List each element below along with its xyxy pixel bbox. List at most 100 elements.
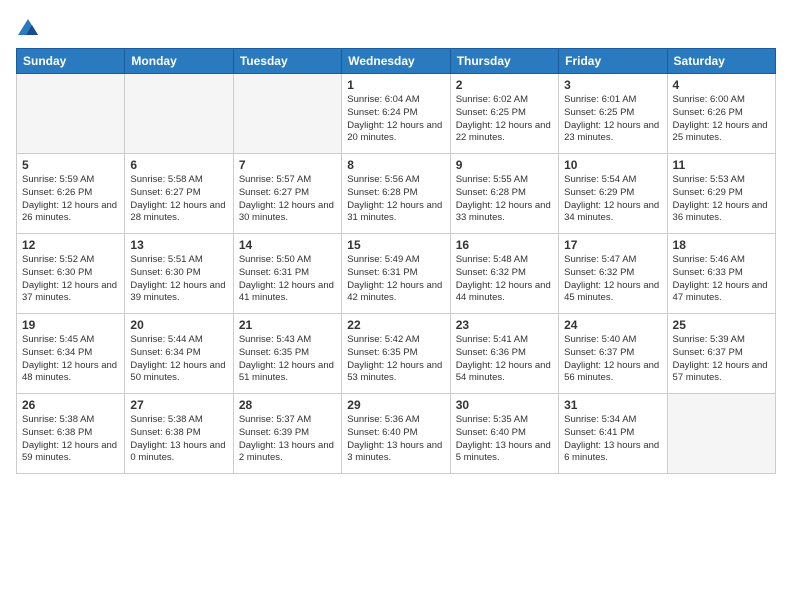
day-of-week-header: Saturday (667, 49, 775, 74)
calendar-day-cell: 25 Sunrise: 5:39 AM Sunset: 6:37 PM Dayli… (667, 314, 775, 394)
day-number: 7 (239, 158, 336, 172)
calendar-day-cell: 28 Sunrise: 5:37 AM Sunset: 6:39 PM Dayli… (233, 394, 341, 474)
day-of-week-header: Sunday (17, 49, 125, 74)
calendar-day-cell (125, 74, 233, 154)
day-number: 19 (22, 318, 119, 332)
calendar-day-cell: 7 Sunrise: 5:57 AM Sunset: 6:27 PM Daylig… (233, 154, 341, 234)
calendar-day-cell: 21 Sunrise: 5:43 AM Sunset: 6:35 PM Dayli… (233, 314, 341, 394)
calendar-day-cell: 9Sunrise: 5:55 AM Sunset: 6:28 PM Daylig… (450, 154, 558, 234)
day-number: 1 (347, 78, 444, 92)
logo (16, 16, 38, 36)
day-info: Sunrise: 5:51 AM Sunset: 6:30 PM Dayligh… (130, 254, 227, 305)
day-number: 12 (22, 238, 119, 252)
day-info: Sunrise: 5:50 AM Sunset: 6:31 PM Dayligh… (239, 254, 336, 305)
calendar-week-row: 5Sunrise: 5:59 AM Sunset: 6:26 PM Daylig… (17, 154, 776, 234)
day-number: 22 (347, 318, 444, 332)
calendar-header-row: SundayMondayTuesdayWednesdayThursdayFrid… (17, 49, 776, 74)
day-info: Sunrise: 6:01 AM Sunset: 6:25 PM Dayligh… (564, 94, 661, 145)
calendar-day-cell: 23 Sunrise: 5:41 AM Sunset: 6:36 PM Dayli… (450, 314, 558, 394)
calendar-day-cell: 1 Sunrise: 6:04 AM Sunset: 6:24 PM Daylig… (342, 74, 450, 154)
day-info: Sunrise: 5:41 AM Sunset: 6:36 PM Dayligh… (456, 334, 553, 385)
day-number: 15 (347, 238, 444, 252)
day-info: Sunrise: 5:40 AM Sunset: 6:37 PM Dayligh… (564, 334, 661, 385)
day-info: Sunrise: 5:58 AM Sunset: 6:27 PM Dayligh… (130, 174, 227, 225)
day-number: 23 (456, 318, 553, 332)
day-number: 16 (456, 238, 553, 252)
calendar-week-row: 1 Sunrise: 6:04 AM Sunset: 6:24 PM Daylig… (17, 74, 776, 154)
calendar-day-cell: 2 Sunrise: 6:02 AM Sunset: 6:25 PM Daylig… (450, 74, 558, 154)
calendar-day-cell: 18Sunrise: 5:46 AM Sunset: 6:33 PM Dayli… (667, 234, 775, 314)
day-number: 14 (239, 238, 336, 252)
calendar-day-cell: 24 Sunrise: 5:40 AM Sunset: 6:37 PM Dayli… (559, 314, 667, 394)
day-number: 6 (130, 158, 227, 172)
day-number: 26 (22, 398, 119, 412)
day-info: Sunrise: 5:49 AM Sunset: 6:31 PM Dayligh… (347, 254, 444, 305)
calendar-day-cell: 27 Sunrise: 5:38 AM Sunset: 6:38 PM Dayli… (125, 394, 233, 474)
day-info: Sunrise: 6:04 AM Sunset: 6:24 PM Dayligh… (347, 94, 444, 145)
day-info: Sunrise: 5:48 AM Sunset: 6:32 PM Dayligh… (456, 254, 553, 305)
day-info: Sunrise: 6:02 AM Sunset: 6:25 PM Dayligh… (456, 94, 553, 145)
calendar-day-cell: 16 Sunrise: 5:48 AM Sunset: 6:32 PM Dayli… (450, 234, 558, 314)
calendar-day-cell: 8 Sunrise: 5:56 AM Sunset: 6:28 PM Daylig… (342, 154, 450, 234)
day-info: Sunrise: 6:00 AM Sunset: 6:26 PM Dayligh… (673, 94, 770, 145)
calendar-day-cell: 31Sunrise: 5:34 AM Sunset: 6:41 PM Dayli… (559, 394, 667, 474)
day-number: 17 (564, 238, 661, 252)
calendar-day-cell (667, 394, 775, 474)
calendar-day-cell: 22 Sunrise: 5:42 AM Sunset: 6:35 PM Dayli… (342, 314, 450, 394)
day-info: Sunrise: 5:44 AM Sunset: 6:34 PM Dayligh… (130, 334, 227, 385)
day-of-week-header: Tuesday (233, 49, 341, 74)
calendar-day-cell: 4 Sunrise: 6:00 AM Sunset: 6:26 PM Daylig… (667, 74, 775, 154)
day-number: 5 (22, 158, 119, 172)
day-number: 20 (130, 318, 227, 332)
calendar-day-cell: 20 Sunrise: 5:44 AM Sunset: 6:34 PM Dayli… (125, 314, 233, 394)
calendar-day-cell: 17 Sunrise: 5:47 AM Sunset: 6:32 PM Dayli… (559, 234, 667, 314)
day-info: Sunrise: 5:38 AM Sunset: 6:38 PM Dayligh… (22, 414, 119, 465)
day-number: 28 (239, 398, 336, 412)
calendar-day-cell: 30 Sunrise: 5:35 AM Sunset: 6:40 PM Dayli… (450, 394, 558, 474)
day-number: 18 (673, 238, 770, 252)
day-info: Sunrise: 5:52 AM Sunset: 6:30 PM Dayligh… (22, 254, 119, 305)
day-number: 25 (673, 318, 770, 332)
day-number: 21 (239, 318, 336, 332)
calendar-day-cell (233, 74, 341, 154)
day-info: Sunrise: 5:47 AM Sunset: 6:32 PM Dayligh… (564, 254, 661, 305)
calendar-day-cell: 26 Sunrise: 5:38 AM Sunset: 6:38 PM Dayli… (17, 394, 125, 474)
day-info: Sunrise: 5:36 AM Sunset: 6:40 PM Dayligh… (347, 414, 444, 465)
day-number: 24 (564, 318, 661, 332)
day-info: Sunrise: 5:37 AM Sunset: 6:39 PM Dayligh… (239, 414, 336, 465)
day-number: 8 (347, 158, 444, 172)
day-info: Sunrise: 5:38 AM Sunset: 6:38 PM Dayligh… (130, 414, 227, 465)
page-header (16, 16, 776, 36)
day-number: 9 (456, 158, 553, 172)
calendar-day-cell: 15 Sunrise: 5:49 AM Sunset: 6:31 PM Dayli… (342, 234, 450, 314)
calendar-day-cell: 12 Sunrise: 5:52 AM Sunset: 6:30 PM Dayli… (17, 234, 125, 314)
day-of-week-header: Friday (559, 49, 667, 74)
day-info: Sunrise: 5:54 AM Sunset: 6:29 PM Dayligh… (564, 174, 661, 225)
day-info: Sunrise: 5:35 AM Sunset: 6:40 PM Dayligh… (456, 414, 553, 465)
calendar-week-row: 19Sunrise: 5:45 AM Sunset: 6:34 PM Dayli… (17, 314, 776, 394)
day-number: 30 (456, 398, 553, 412)
day-of-week-header: Monday (125, 49, 233, 74)
calendar-day-cell: 19Sunrise: 5:45 AM Sunset: 6:34 PM Dayli… (17, 314, 125, 394)
day-number: 2 (456, 78, 553, 92)
day-info: Sunrise: 5:42 AM Sunset: 6:35 PM Dayligh… (347, 334, 444, 385)
day-of-week-header: Thursday (450, 49, 558, 74)
calendar-day-cell: 5Sunrise: 5:59 AM Sunset: 6:26 PM Daylig… (17, 154, 125, 234)
calendar-day-cell: 3Sunrise: 6:01 AM Sunset: 6:25 PM Daylig… (559, 74, 667, 154)
day-number: 27 (130, 398, 227, 412)
day-number: 13 (130, 238, 227, 252)
day-info: Sunrise: 5:57 AM Sunset: 6:27 PM Dayligh… (239, 174, 336, 225)
calendar-week-row: 12 Sunrise: 5:52 AM Sunset: 6:30 PM Dayli… (17, 234, 776, 314)
day-of-week-header: Wednesday (342, 49, 450, 74)
day-number: 4 (673, 78, 770, 92)
calendar-day-cell: 10 Sunrise: 5:54 AM Sunset: 6:29 PM Dayli… (559, 154, 667, 234)
calendar-day-cell: 11Sunrise: 5:53 AM Sunset: 6:29 PM Dayli… (667, 154, 775, 234)
calendar-day-cell: 6 Sunrise: 5:58 AM Sunset: 6:27 PM Daylig… (125, 154, 233, 234)
day-number: 10 (564, 158, 661, 172)
calendar-day-cell: 29Sunrise: 5:36 AM Sunset: 6:40 PM Dayli… (342, 394, 450, 474)
day-info: Sunrise: 5:43 AM Sunset: 6:35 PM Dayligh… (239, 334, 336, 385)
calendar-day-cell: 14 Sunrise: 5:50 AM Sunset: 6:31 PM Dayli… (233, 234, 341, 314)
day-info: Sunrise: 5:56 AM Sunset: 6:28 PM Dayligh… (347, 174, 444, 225)
day-info: Sunrise: 5:39 AM Sunset: 6:37 PM Dayligh… (673, 334, 770, 385)
day-info: Sunrise: 5:53 AM Sunset: 6:29 PM Dayligh… (673, 174, 770, 225)
